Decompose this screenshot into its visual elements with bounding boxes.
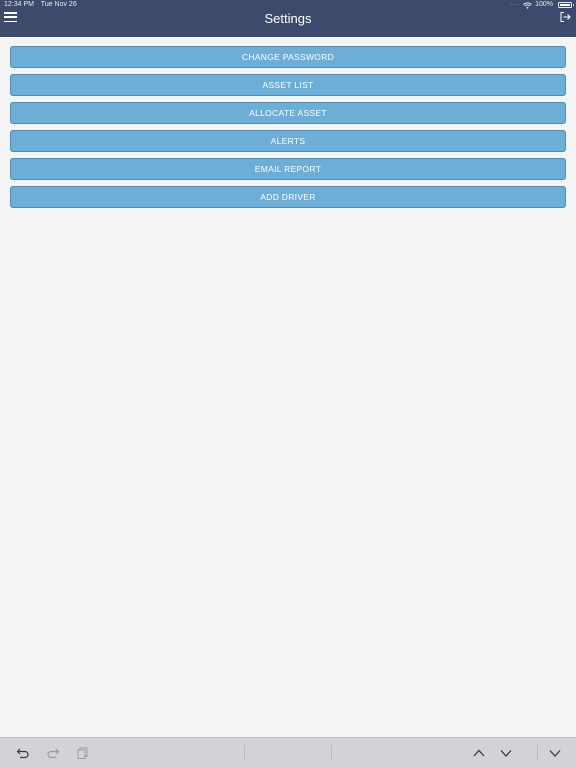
- toolbar-separator: [331, 745, 332, 761]
- add-driver-button[interactable]: ADD DRIVER: [10, 186, 566, 208]
- toolbar-separator: [537, 745, 538, 761]
- battery-icon: [558, 2, 574, 8]
- clipboard-icon[interactable]: [76, 746, 90, 760]
- redo-icon[interactable]: [46, 746, 60, 760]
- change-password-button[interactable]: CHANGE PASSWORD: [10, 46, 566, 68]
- status-left: 12:34 PM Tue Nov 26: [4, 0, 82, 10]
- wifi-icon: [523, 1, 532, 9]
- status-right: ···· 100%: [510, 0, 574, 10]
- status-date: Tue Nov 26: [40, 1, 77, 8]
- status-time: 12:34 PM: [4, 1, 34, 8]
- status-bar: 12:34 PM Tue Nov 26 ···· 100%: [0, 0, 576, 10]
- header-bar: 12:34 PM Tue Nov 26 ···· 100% Settings: [0, 0, 576, 37]
- battery-percent: 100%: [535, 1, 553, 8]
- alerts-button[interactable]: ALERTS: [10, 130, 566, 152]
- chevron-down-icon[interactable]: [499, 746, 513, 760]
- logout-icon[interactable]: [559, 11, 571, 23]
- allocate-asset-button[interactable]: ALLOCATE ASSET: [10, 102, 566, 124]
- toolbar-separator: [244, 745, 245, 761]
- email-report-button[interactable]: EMAIL REPORT: [10, 158, 566, 180]
- keyboard-dismiss-icon[interactable]: [548, 746, 562, 760]
- keyboard-toolbar: [0, 737, 576, 768]
- signal-dots-icon: ····: [510, 2, 521, 8]
- settings-list: CHANGE PASSWORD ASSET LIST ALLOCATE ASSE…: [10, 46, 566, 214]
- chevron-up-icon[interactable]: [472, 746, 486, 760]
- undo-icon[interactable]: [16, 746, 30, 760]
- asset-list-button[interactable]: ASSET LIST: [10, 74, 566, 96]
- page-title: Settings: [264, 11, 312, 26]
- settings-screen: 12:34 PM Tue Nov 26 ···· 100% Settings C…: [0, 0, 576, 768]
